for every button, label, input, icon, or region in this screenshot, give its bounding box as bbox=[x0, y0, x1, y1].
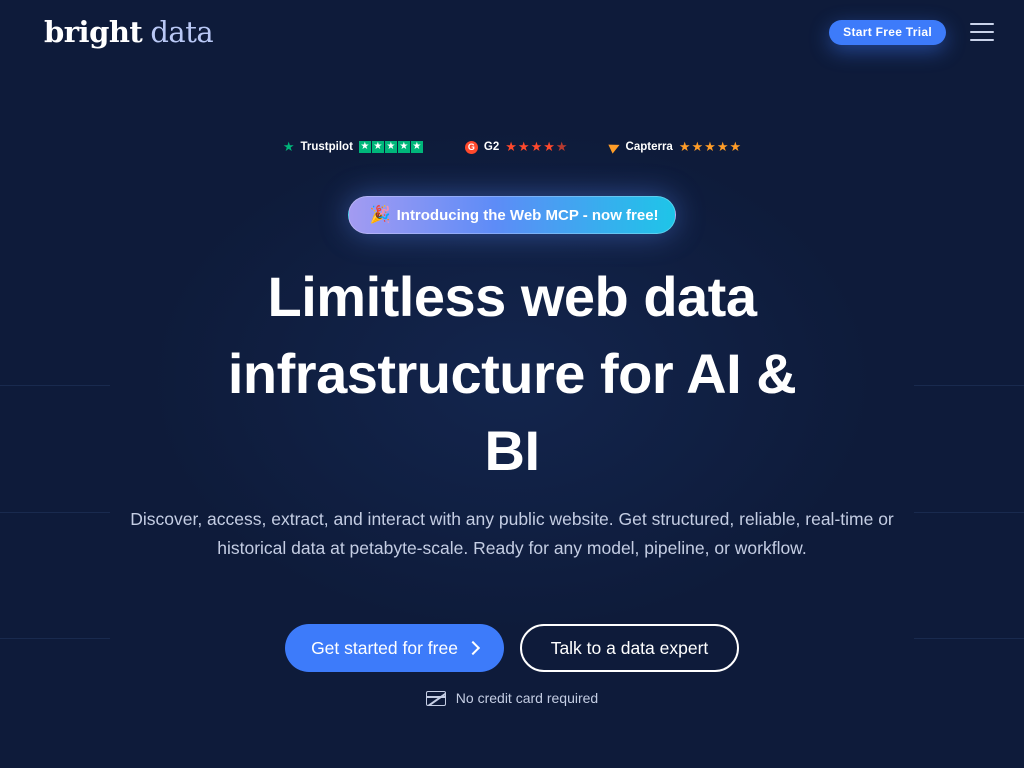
menu-bar bbox=[970, 39, 994, 41]
talk-to-expert-button[interactable]: Talk to a data expert bbox=[520, 624, 739, 672]
star-icon: ★ bbox=[505, 139, 517, 154]
headline-line: Limitless web data bbox=[267, 265, 757, 328]
subtext-line: historical data at petabyte-scale. Ready… bbox=[217, 538, 807, 558]
no-credit-card-text: No credit card required bbox=[455, 690, 599, 706]
star-icon: ★ bbox=[704, 139, 716, 154]
trustpilot-rating[interactable]: ★ Trustpilot ★ ★ ★ ★ ★ bbox=[283, 139, 423, 155]
capterra-rating[interactable]: Capterra ★ ★ ★ ★ ★ bbox=[607, 139, 741, 155]
g2-rating[interactable]: G G2 ★ ★ ★ ★ ★ bbox=[464, 139, 568, 155]
rating-source-name: G2 bbox=[483, 141, 500, 153]
star-icon: ★ bbox=[530, 139, 543, 154]
headline-line: BI bbox=[484, 419, 541, 482]
star-icon: ★ bbox=[691, 139, 704, 154]
trustpilot-stars: ★ ★ ★ ★ ★ bbox=[358, 141, 423, 153]
capterra-logo-icon bbox=[607, 140, 622, 154]
hamburger-menu-icon[interactable] bbox=[970, 23, 994, 41]
start-free-trial-button[interactable]: Start Free Trial bbox=[829, 19, 946, 45]
star-icon: ★ bbox=[384, 141, 397, 153]
trustpilot-star-icon: ★ bbox=[282, 139, 295, 154]
star-icon: ★ bbox=[410, 141, 423, 153]
g2-stars: ★ ★ ★ ★ ★ bbox=[505, 139, 567, 155]
subtext-line: Discover, access, extract, and interact … bbox=[130, 509, 894, 529]
hero-subtext: Discover, access, extract, and interact … bbox=[112, 505, 912, 563]
g2-logo-icon: G bbox=[464, 140, 478, 154]
star-icon: ★ bbox=[716, 139, 729, 154]
logo-word-data: data bbox=[150, 15, 214, 49]
rating-source-name: Trustpilot bbox=[300, 141, 353, 153]
header-actions: Start Free Trial bbox=[829, 19, 994, 45]
half-star-icon: ★ bbox=[555, 139, 568, 154]
get-started-free-button[interactable]: Get started for free bbox=[285, 624, 504, 672]
cta-primary-label: Get started for free bbox=[311, 637, 458, 658]
bright-data-logo[interactable]: bright data bbox=[44, 15, 214, 49]
hero-headline: Limitless web data infrastructure for AI… bbox=[0, 258, 1024, 489]
announcement-text: Introducing the Web MCP - now free! bbox=[396, 206, 659, 224]
web-mcp-announcement-pill[interactable]: 🎉 Introducing the Web MCP - now free! bbox=[348, 196, 676, 234]
party-popper-icon: 🎉 bbox=[369, 205, 391, 224]
star-icon: ★ bbox=[678, 139, 691, 154]
star-icon: ★ bbox=[371, 141, 384, 153]
headline-line: infrastructure for AI & bbox=[227, 342, 797, 405]
star-icon: ★ bbox=[397, 141, 410, 153]
cta-buttons: Get started for free Talk to a data expe… bbox=[0, 624, 1024, 672]
menu-bar bbox=[970, 31, 994, 33]
capterra-stars: ★ ★ ★ ★ ★ bbox=[679, 139, 741, 155]
grid-line bbox=[914, 512, 1024, 513]
star-icon: ★ bbox=[543, 139, 555, 154]
review-ratings: ★ Trustpilot ★ ★ ★ ★ ★ G G2 ★ ★ ★ ★ ★ Capter… bbox=[0, 139, 1024, 155]
rating-source-name: Capterra bbox=[625, 141, 673, 153]
menu-bar bbox=[970, 23, 994, 25]
no-credit-card-note: No credit card required bbox=[0, 690, 1024, 706]
star-icon: ★ bbox=[358, 141, 371, 153]
grid-line bbox=[0, 512, 110, 513]
logo-word-bright: bright bbox=[44, 15, 143, 49]
site-header: bright data Start Free Trial bbox=[0, 0, 1024, 64]
star-icon: ★ bbox=[729, 139, 742, 154]
announcement-wrapper: 🎉 Introducing the Web MCP - now free! bbox=[0, 196, 1024, 234]
star-icon: ★ bbox=[517, 139, 530, 154]
chevron-right-icon bbox=[465, 640, 481, 656]
credit-card-off-icon bbox=[425, 690, 446, 706]
